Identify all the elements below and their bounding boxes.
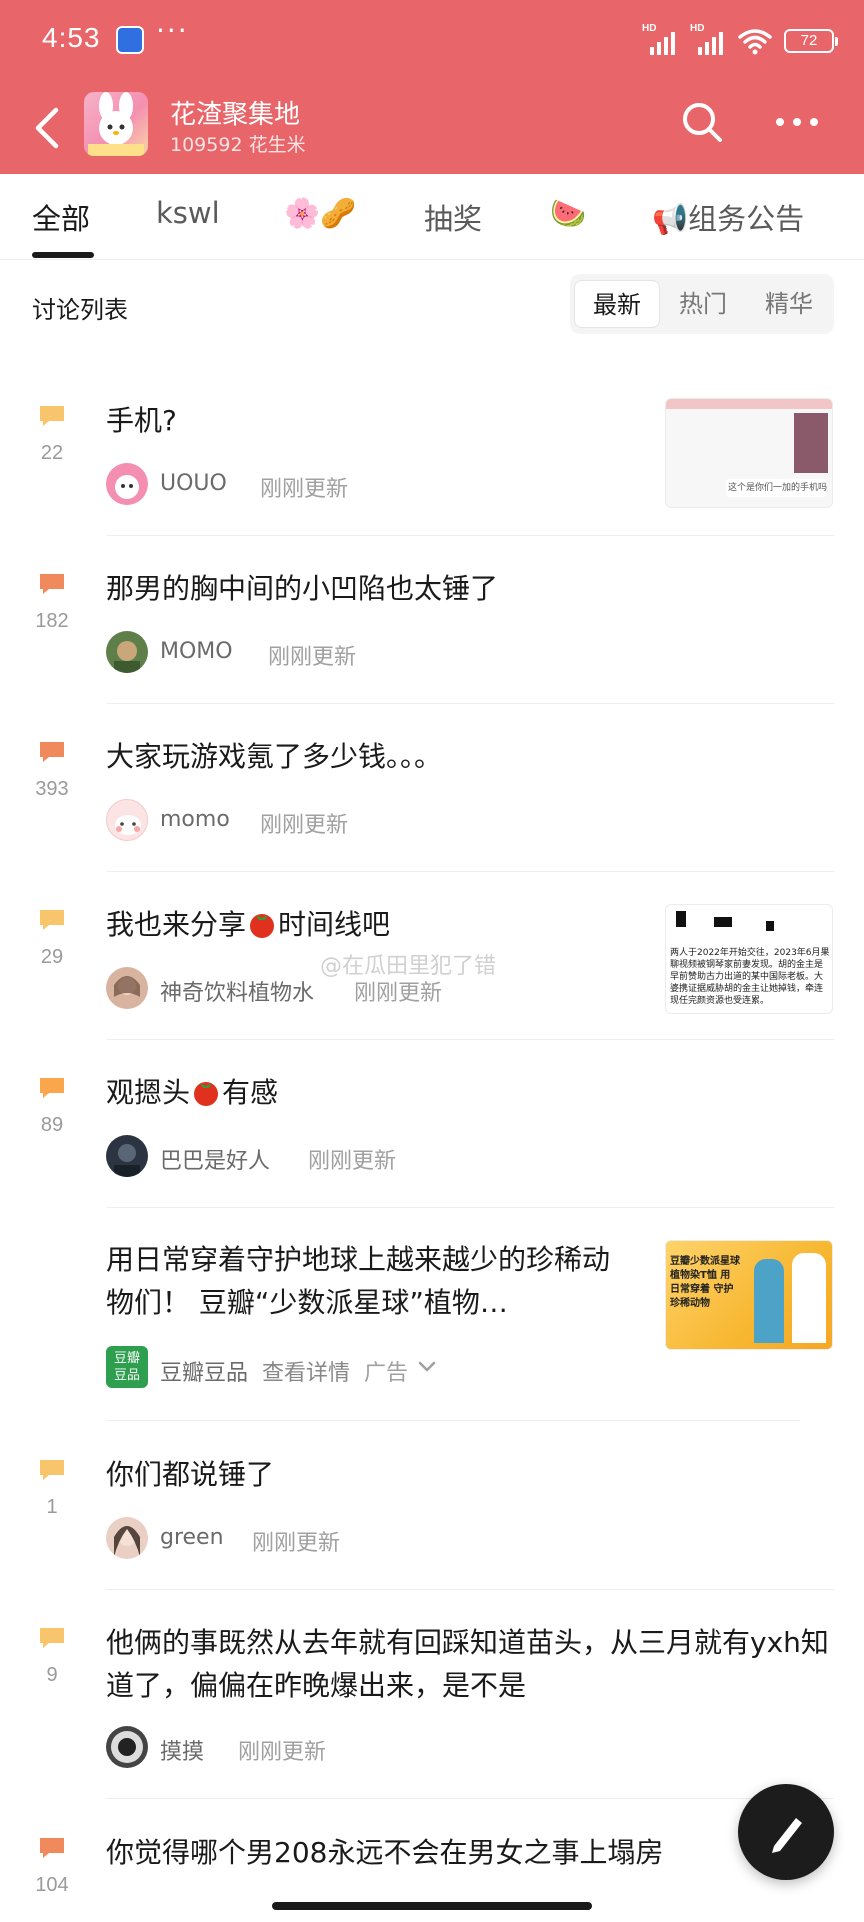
post-title: 大家玩游戏氪了多少钱。。。 bbox=[106, 740, 443, 773]
post-title: 手机? bbox=[106, 404, 177, 437]
comment-bubble-icon bbox=[40, 406, 64, 426]
ad-detail-link[interactable]: 查看详情 bbox=[262, 1355, 350, 1387]
tab-announcement[interactable]: 📢组务公告 bbox=[652, 196, 804, 238]
ad-author: 豆瓣豆品 bbox=[160, 1361, 249, 1386]
post-author: 摸摸 bbox=[160, 1740, 205, 1765]
top-bar: 4:53 ··· HD HD 72 花渣聚集地 109592 花生米 bbox=[0, 0, 864, 174]
watermark: @在瓜田里犯了错 bbox=[320, 954, 497, 979]
group-avatar[interactable] bbox=[84, 92, 148, 156]
ad-thumbnail: 豆瓣少数派星球 植物染T恤 用日常穿着 守护珍稀动物 bbox=[665, 1240, 833, 1350]
avatar bbox=[106, 1726, 148, 1768]
avatar bbox=[106, 799, 148, 841]
home-indicator[interactable] bbox=[272, 1902, 592, 1910]
divider bbox=[106, 1589, 834, 1590]
avatar bbox=[106, 463, 148, 505]
tab-lottery[interactable]: 抽奖 bbox=[424, 196, 482, 238]
compose-button[interactable] bbox=[738, 1784, 834, 1880]
status-bar: 4:53 ··· HD HD 72 bbox=[0, 0, 864, 80]
tab-all[interactable]: 全部 bbox=[32, 196, 90, 238]
status-indicators: HD HD 72 bbox=[642, 23, 838, 56]
divider bbox=[106, 1039, 834, 1040]
divider bbox=[106, 703, 834, 704]
post-thumbnail: 这个是你们一加的手机吗 bbox=[665, 398, 833, 508]
post-updated-time: 刚刚更新 bbox=[260, 813, 349, 838]
ad-title: 用日常穿着守护地球上越来越少的珍稀动物们！ 豆瓣“少数派星球”植物… bbox=[106, 1243, 611, 1319]
comment-count: 9 bbox=[46, 1664, 58, 1686]
comment-bubble-icon bbox=[40, 1460, 64, 1480]
comment-count: 29 bbox=[40, 946, 64, 968]
comment-bubble-icon bbox=[40, 574, 64, 594]
comment-count: 393 bbox=[35, 778, 69, 800]
divider bbox=[106, 1798, 834, 1799]
status-time: 4:53 bbox=[42, 22, 101, 53]
avatar bbox=[106, 967, 148, 1009]
group-header: 花渣聚集地 109592 花生米 bbox=[0, 80, 864, 174]
comment-count: 1 bbox=[46, 1496, 58, 1518]
divider bbox=[106, 1207, 834, 1208]
post-thumbnail: 两人于2022年开始交往，2023年6月果聊视频被钢琴家前妻发现。胡的金主是早前… bbox=[665, 904, 833, 1014]
comment-bubble-icon bbox=[40, 1838, 64, 1858]
comment-bubble-icon bbox=[40, 1078, 64, 1098]
battery-icon: 72 bbox=[784, 29, 838, 53]
avatar bbox=[106, 1135, 148, 1177]
group-member-count: 109592 花生米 bbox=[170, 134, 306, 156]
comment-count: 89 bbox=[40, 1114, 64, 1136]
sort-latest[interactable]: 最新 bbox=[574, 280, 660, 328]
signal-icon: HD bbox=[642, 23, 678, 55]
tomato-icon bbox=[194, 1082, 219, 1106]
post-title: 你们都说锤了 bbox=[106, 1458, 275, 1491]
wifi-icon bbox=[738, 29, 772, 55]
discussion-list-title: 讨论列表 bbox=[32, 296, 128, 324]
divider bbox=[106, 1420, 800, 1421]
post-updated-time: 刚刚更新 bbox=[268, 645, 357, 670]
post-author: UOUO bbox=[160, 471, 227, 496]
post-author: 神奇饮料植物水 bbox=[160, 981, 315, 1006]
post-title: 我也来分享 时间线吧 bbox=[106, 908, 391, 941]
sort-featured[interactable]: 精华 bbox=[746, 280, 832, 328]
tab-watermelon[interactable]: 🍉 bbox=[550, 196, 586, 231]
post-title: 那男的胸中间的小凹陷也太锤了 bbox=[106, 572, 499, 605]
comment-bubble-icon bbox=[40, 742, 64, 762]
post-title: 观摁头 有感 bbox=[106, 1076, 279, 1109]
post-author: MOMO bbox=[160, 639, 233, 664]
tomato-icon bbox=[250, 914, 275, 938]
post-updated-time: 刚刚更新 bbox=[252, 1531, 341, 1556]
post-author: green bbox=[160, 1525, 224, 1550]
divider bbox=[106, 871, 834, 872]
pencil-icon bbox=[772, 1818, 802, 1853]
comment-count: 22 bbox=[40, 442, 64, 464]
chevron-down-icon[interactable] bbox=[418, 1360, 436, 1374]
more-notifications-icon: ··· bbox=[156, 14, 189, 47]
comment-bubble-icon bbox=[40, 1628, 64, 1648]
comment-bubble-icon bbox=[40, 910, 64, 930]
tab-kswl[interactable]: kswl bbox=[156, 196, 220, 230]
category-tabs: 全部 kswl 🌸🥜 抽奖 🍉 📢组务公告 bbox=[0, 174, 864, 260]
post-title: 他俩的事既然从去年就有回踩知道苗头，从三月就有yxh知道了，偏偏在昨晚爆出来，是… bbox=[106, 1626, 829, 1702]
ad-tag: 广告 bbox=[364, 1361, 409, 1386]
more-icon[interactable] bbox=[772, 100, 822, 144]
post-author: momo bbox=[160, 807, 230, 832]
group-name: 花渣聚集地 bbox=[170, 100, 301, 130]
avatar bbox=[106, 631, 148, 673]
search-icon[interactable] bbox=[680, 100, 724, 144]
active-tab-indicator bbox=[32, 252, 94, 258]
douban-logo: 豆瓣 豆品 bbox=[106, 1346, 148, 1388]
tab-flower-peanut[interactable]: 🌸🥜 bbox=[284, 196, 356, 231]
avatar bbox=[106, 1517, 148, 1559]
post-updated-time: 刚刚更新 bbox=[238, 1740, 327, 1765]
back-icon[interactable] bbox=[28, 104, 68, 152]
app-notification-icon bbox=[116, 26, 144, 54]
sort-toggle: 最新 热门 精华 bbox=[570, 274, 834, 334]
divider bbox=[106, 535, 834, 536]
signal-icon: HD bbox=[690, 23, 726, 55]
post-title: 你觉得哪个男208永远不会在男女之事上塌房 bbox=[106, 1836, 664, 1869]
comment-count: 182 bbox=[35, 610, 69, 632]
comment-count: 104 bbox=[35, 1874, 69, 1896]
sort-hot[interactable]: 热门 bbox=[660, 280, 746, 328]
post-updated-time: 刚刚更新 bbox=[260, 477, 349, 502]
post-author: 巴巴是好人 bbox=[160, 1149, 271, 1174]
post-updated-time: 刚刚更新 bbox=[308, 1149, 397, 1174]
